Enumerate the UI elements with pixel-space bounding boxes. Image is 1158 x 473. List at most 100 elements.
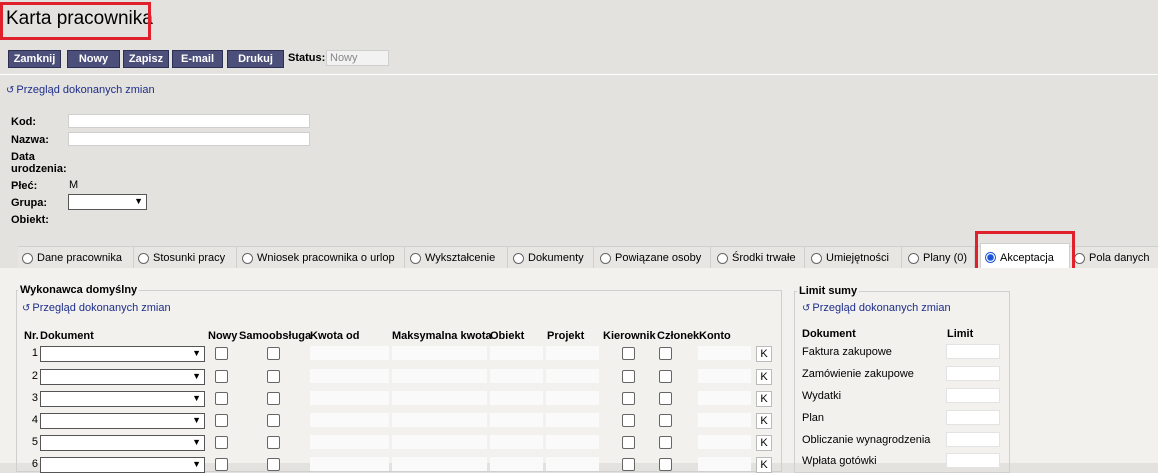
tab-plany[interactable]: Plany (0) — [904, 247, 975, 269]
nazwa-input[interactable] — [68, 132, 310, 146]
czlonek-checkbox[interactable] — [659, 347, 672, 360]
obiekt-input[interactable] — [490, 391, 543, 405]
grupa-select[interactable]: ▼ — [68, 194, 147, 210]
tab-powiazane-osoby[interactable]: Powiązane osoby — [596, 247, 711, 269]
print-button[interactable]: Drukuj — [227, 50, 284, 68]
kwota-od-input[interactable] — [310, 346, 389, 360]
nowy-checkbox[interactable] — [215, 370, 228, 383]
limit-input[interactable] — [946, 366, 1000, 381]
kod-input[interactable] — [68, 114, 310, 128]
dokument-select[interactable]: ▼ — [40, 413, 205, 429]
kierownik-checkbox[interactable] — [622, 414, 635, 427]
maks-kwota-input[interactable] — [392, 435, 487, 449]
samoobsluga-checkbox[interactable] — [267, 370, 280, 383]
tab-wniosek-urlop[interactable]: Wniosek pracownika o urlop — [238, 247, 405, 269]
kierownik-checkbox[interactable] — [622, 370, 635, 383]
projekt-input[interactable] — [546, 435, 599, 449]
dokument-select[interactable]: ▼ — [40, 391, 205, 407]
tab-srodki-trwale[interactable]: Środki trwałe — [713, 247, 805, 269]
samoobsluga-checkbox[interactable] — [267, 414, 280, 427]
nowy-checkbox[interactable] — [215, 347, 228, 360]
kwota-od-input[interactable] — [310, 435, 389, 449]
konto-lookup-button[interactable]: K — [756, 346, 772, 362]
nowy-checkbox[interactable] — [215, 458, 228, 471]
maks-kwota-input[interactable] — [392, 369, 487, 383]
maks-kwota-input[interactable] — [392, 391, 487, 405]
samoobsluga-checkbox[interactable] — [267, 458, 280, 471]
kwota-od-input[interactable] — [310, 457, 389, 471]
limit-input[interactable] — [946, 388, 1000, 403]
czlonek-checkbox[interactable] — [659, 414, 672, 427]
projekt-input[interactable] — [546, 457, 599, 471]
obiekt-input[interactable] — [490, 435, 543, 449]
nowy-checkbox[interactable] — [215, 436, 228, 449]
konto-input[interactable] — [698, 391, 751, 405]
kwota-od-input[interactable] — [310, 391, 389, 405]
kierownik-checkbox[interactable] — [622, 458, 635, 471]
chevron-down-icon: ▼ — [192, 437, 201, 447]
czlonek-checkbox[interactable] — [659, 436, 672, 449]
radio-icon — [242, 252, 253, 264]
konto-lookup-button[interactable]: K — [756, 457, 772, 473]
konto-input[interactable] — [698, 413, 751, 427]
nowy-checkbox[interactable] — [215, 414, 228, 427]
tab-stosunki-pracy[interactable]: Stosunki pracy — [134, 247, 237, 269]
konto-lookup-button[interactable]: K — [756, 435, 772, 451]
history-link[interactable]: ↺ Przegląd dokonanych zmian — [6, 84, 155, 96]
tab-dane-pracownika[interactable]: Dane pracownika — [18, 247, 134, 269]
dokument-select[interactable]: ▼ — [40, 457, 205, 473]
limit-history-link[interactable]: ↺ Przegląd dokonanych zmian — [802, 302, 951, 314]
obiekt-input[interactable] — [490, 457, 543, 471]
czlonek-checkbox[interactable] — [659, 370, 672, 383]
status-label: Status: — [288, 52, 326, 64]
samoobsluga-checkbox[interactable] — [267, 392, 280, 405]
close-button[interactable]: Zamknij — [8, 50, 61, 68]
czlonek-checkbox[interactable] — [659, 458, 672, 471]
projekt-input[interactable] — [546, 346, 599, 360]
kwota-od-input[interactable] — [310, 413, 389, 427]
projekt-input[interactable] — [546, 369, 599, 383]
save-button[interactable]: Zapisz — [123, 50, 169, 68]
konto-input[interactable] — [698, 435, 751, 449]
email-button[interactable]: E-mail — [172, 50, 223, 68]
history-link-label: Przegląd dokonanych zmian — [32, 302, 171, 314]
maks-kwota-input[interactable] — [392, 457, 487, 471]
konto-input[interactable] — [698, 457, 751, 471]
tab-pola-danych[interactable]: Pola danych — [1070, 247, 1158, 269]
radio-icon — [138, 252, 149, 264]
maks-kwota-input[interactable] — [392, 413, 487, 427]
limit-col-document: Dokument — [802, 328, 856, 340]
kierownik-checkbox[interactable] — [622, 347, 635, 360]
czlonek-checkbox[interactable] — [659, 392, 672, 405]
new-button[interactable]: Nowy — [67, 50, 120, 68]
dokument-select[interactable]: ▼ — [40, 369, 205, 385]
dokument-select[interactable]: ▼ — [40, 435, 205, 451]
kierownik-checkbox[interactable] — [622, 436, 635, 449]
projekt-input[interactable] — [546, 413, 599, 427]
limit-input[interactable] — [946, 410, 1000, 425]
kierownik-checkbox[interactable] — [622, 392, 635, 405]
tab-wyksztalcenie[interactable]: Wykształcenie — [406, 247, 508, 269]
obiekt-input[interactable] — [490, 369, 543, 383]
wykonawca-history-link[interactable]: ↺ Przegląd dokonanych zmian — [22, 302, 171, 314]
projekt-input[interactable] — [546, 391, 599, 405]
tab-dokumenty[interactable]: Dokumenty — [509, 247, 594, 269]
tab-label: Umiejętności — [826, 252, 889, 264]
samoobsluga-checkbox[interactable] — [267, 436, 280, 449]
limit-input[interactable] — [946, 432, 1000, 447]
obiekt-input[interactable] — [490, 346, 543, 360]
limit-input[interactable] — [946, 344, 1000, 359]
kwota-od-input[interactable] — [310, 369, 389, 383]
konto-input[interactable] — [698, 369, 751, 383]
konto-input[interactable] — [698, 346, 751, 360]
obiekt-input[interactable] — [490, 413, 543, 427]
maks-kwota-input[interactable] — [392, 346, 487, 360]
konto-lookup-button[interactable]: K — [756, 391, 772, 407]
konto-lookup-button[interactable]: K — [756, 369, 772, 385]
samoobsluga-checkbox[interactable] — [267, 347, 280, 360]
limit-input[interactable] — [946, 453, 1000, 468]
dokument-select[interactable]: ▼ — [40, 346, 205, 362]
konto-lookup-button[interactable]: K — [756, 413, 772, 429]
nowy-checkbox[interactable] — [215, 392, 228, 405]
tab-umiejetnosci[interactable]: Umiejętności — [807, 247, 902, 269]
